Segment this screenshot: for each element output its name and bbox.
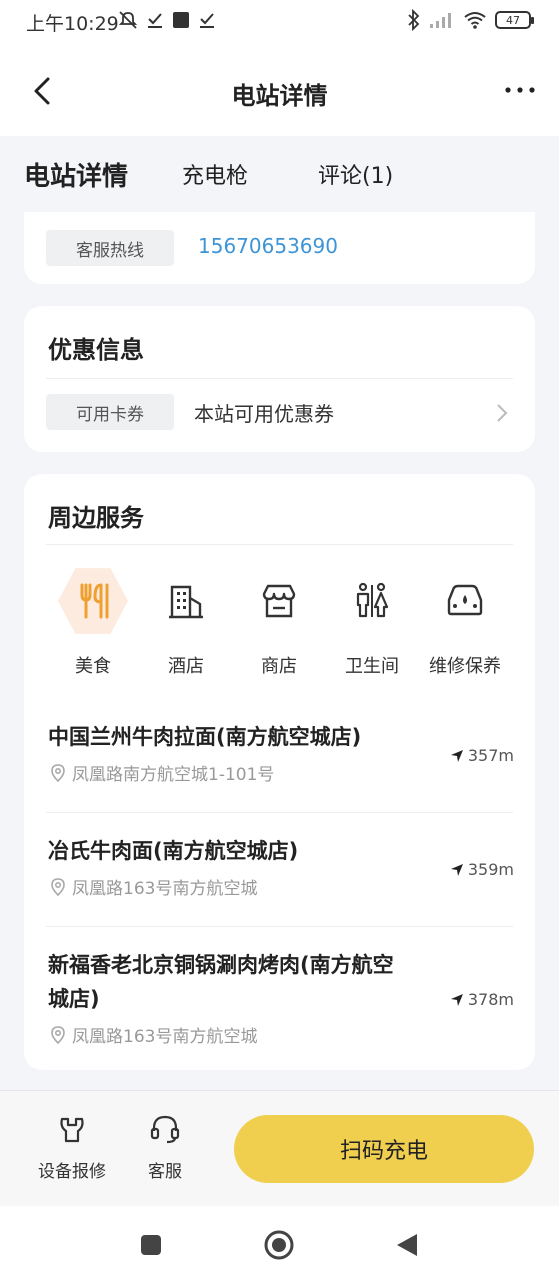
place-name: 冶氏牛肉面(南方航空城店) bbox=[48, 839, 299, 863]
service-store[interactable]: 商店 bbox=[234, 566, 324, 678]
hotline-card: 客服热线 15670653690 bbox=[24, 212, 535, 284]
toilet-icon bbox=[337, 566, 407, 636]
place-address-text: 凤凰路163号南方航空城 bbox=[72, 879, 258, 899]
place-distance: 357m bbox=[450, 746, 514, 765]
navigation-arrow-icon bbox=[450, 993, 463, 1006]
wrench-icon bbox=[60, 1117, 84, 1143]
check-icon bbox=[200, 13, 214, 28]
bottom-action-bar: 设备报修 客服 扫码充电 bbox=[0, 1090, 559, 1206]
location-pin-icon bbox=[51, 1025, 65, 1044]
location-pin-icon bbox=[51, 763, 65, 782]
signal-icon bbox=[430, 13, 451, 28]
place-address-text: 凤凰路163号南方航空城 bbox=[72, 1027, 258, 1047]
tab-station-details[interactable]: 电站详情 bbox=[24, 156, 128, 193]
place-distance-text: 357m bbox=[467, 746, 514, 765]
customer-service-button[interactable]: 客服 bbox=[140, 1113, 190, 1182]
offer-card: 优惠信息 可用卡券 本站可用优惠券 bbox=[24, 306, 535, 452]
home-circle-icon bbox=[264, 1230, 294, 1260]
food-icon bbox=[58, 568, 128, 634]
place-distance-text: 378m bbox=[467, 990, 514, 1009]
repair-label: 设备报修 bbox=[38, 1162, 106, 1182]
service-toilet[interactable]: 卫生间 bbox=[327, 566, 417, 678]
hotel-icon bbox=[151, 566, 221, 636]
page-title: 电站详情 bbox=[231, 82, 328, 110]
navigation-arrow-icon bbox=[450, 863, 463, 876]
place-item[interactable]: 中国兰州牛肉拉面(南方航空城店) 凤凰路南方航空城1-101号 357m bbox=[48, 720, 514, 785]
battery-level: 47 bbox=[506, 13, 520, 27]
place-item[interactable]: 新福香老北京铜锅涮肉烤肉(南方航空城店) 凤凰路163号南方航空城 378m bbox=[48, 948, 514, 1047]
divider bbox=[46, 378, 513, 379]
system-navigation-bar bbox=[0, 1206, 559, 1280]
tab-bar: 电站详情 充电枪 评论(1) bbox=[0, 136, 559, 212]
battery-icon: 47 bbox=[495, 11, 534, 29]
service-car-repair[interactable]: 维修保养 bbox=[420, 566, 510, 678]
place-distance: 378m bbox=[450, 990, 514, 1009]
header: 电站详情 bbox=[0, 44, 559, 136]
bluetooth-icon bbox=[408, 9, 420, 31]
service-food[interactable]: 美食 bbox=[48, 566, 138, 678]
coupon-text: 本站可用优惠券 bbox=[194, 402, 334, 426]
divider bbox=[46, 812, 513, 813]
place-name: 中国兰州牛肉拉面(南方航空城店) bbox=[48, 725, 362, 749]
store-icon bbox=[244, 566, 314, 636]
home-button[interactable] bbox=[262, 1228, 296, 1262]
place-address: 凤凰路南方航空城1-101号 bbox=[48, 760, 514, 785]
service-label: 商店 bbox=[261, 656, 297, 677]
service-label: 酒店 bbox=[168, 656, 204, 677]
repair-button[interactable]: 设备报修 bbox=[36, 1113, 108, 1182]
tab-comments[interactable]: 评论(1) bbox=[318, 158, 393, 190]
service-label: 美食 bbox=[75, 656, 111, 677]
status-time: 上午10:29 bbox=[26, 13, 119, 35]
check-icon bbox=[148, 13, 162, 28]
nearby-title: 周边服务 bbox=[48, 504, 144, 532]
more-button[interactable] bbox=[503, 82, 537, 98]
recent-apps-button[interactable] bbox=[134, 1228, 168, 1262]
wifi-icon bbox=[464, 12, 486, 29]
navigation-arrow-icon bbox=[450, 749, 463, 762]
place-address-text: 凤凰路南方航空城1-101号 bbox=[72, 765, 275, 785]
car-repair-icon bbox=[430, 566, 500, 636]
place-address: 凤凰路163号南方航空城 bbox=[48, 1022, 514, 1047]
mute-icon bbox=[118, 11, 138, 29]
headset-icon bbox=[150, 1115, 180, 1144]
nearby-services-card: 周边服务 美食 酒店 商店 卫生间 维修保养 中国兰州牛肉拉面(南方航空城店) bbox=[24, 474, 535, 1070]
notification-icons bbox=[118, 10, 216, 30]
scan-to-charge-button[interactable]: 扫码充电 bbox=[234, 1115, 534, 1183]
location-pin-icon bbox=[51, 877, 65, 896]
status-bar: 上午10:29 47 bbox=[0, 0, 559, 44]
back-nav-button[interactable] bbox=[390, 1228, 424, 1262]
app-square-icon bbox=[173, 12, 189, 28]
back-triangle-icon bbox=[397, 1234, 417, 1256]
tab-charging-guns[interactable]: 充电枪 bbox=[182, 158, 248, 190]
place-distance: 359m bbox=[450, 860, 514, 879]
place-name: 新福香老北京铜锅涮肉烤肉(南方航空城店) bbox=[48, 953, 394, 1011]
service-hotel[interactable]: 酒店 bbox=[141, 566, 231, 678]
hotline-number[interactable]: 15670653690 bbox=[198, 234, 338, 258]
divider bbox=[46, 544, 513, 545]
divider bbox=[46, 926, 513, 927]
service-label: 维修保养 bbox=[429, 656, 501, 677]
offer-title: 优惠信息 bbox=[48, 336, 144, 364]
place-item[interactable]: 冶氏牛肉面(南方航空城店) 凤凰路163号南方航空城 359m bbox=[48, 834, 514, 899]
coupon-tag: 可用卡券 bbox=[46, 394, 174, 430]
system-icons: 47 bbox=[407, 9, 534, 31]
customer-service-label: 客服 bbox=[148, 1162, 182, 1182]
service-label: 卫生间 bbox=[345, 656, 399, 677]
place-distance-text: 359m bbox=[467, 860, 514, 879]
more-dots-icon bbox=[505, 87, 535, 93]
hotline-tag: 客服热线 bbox=[46, 230, 174, 266]
chevron-right-icon bbox=[497, 404, 508, 422]
square-icon bbox=[141, 1235, 161, 1255]
place-address: 凤凰路163号南方航空城 bbox=[48, 874, 514, 899]
